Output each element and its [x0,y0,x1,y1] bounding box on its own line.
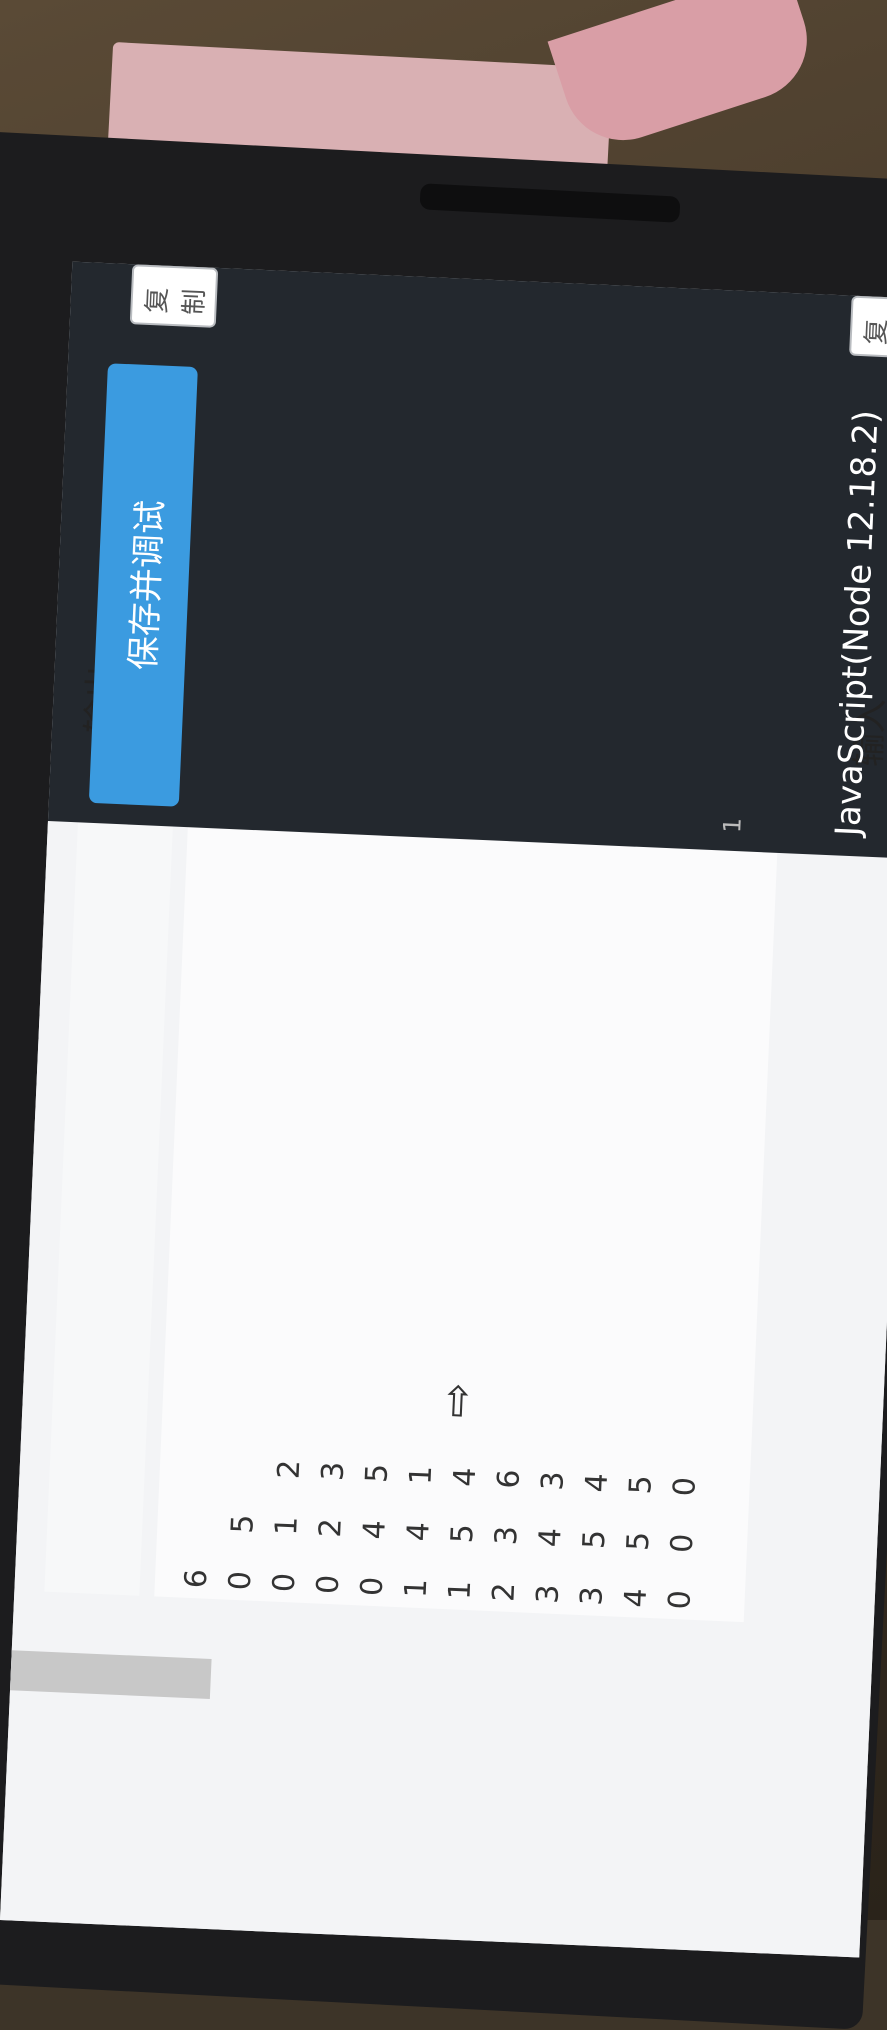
input-line: 3 5 4 [574,1458,616,1607]
input-line: 1 5 4 [442,1452,484,1601]
mouse-pointer-icon: ⇧ [438,1376,477,1428]
input-line: 4 5 5 [618,1460,660,1609]
input-line: 1 4 1 [398,1450,440,1599]
input-line: 2 3 6 [486,1454,528,1603]
io-panel: 6 0 5 0 1 2 0 2 3 0 4 5 1 4 1 1 5 4 2 3 … [0,552,887,1958]
input-line: 0 5 [222,1499,262,1591]
input-line: 0 1 2 [266,1445,308,1593]
input-line: 0 2 3 [310,1447,352,1595]
input-lines: 6 0 5 0 1 2 0 2 3 0 4 5 1 4 1 1 5 4 2 3 … [175,1441,709,1610]
copy-output-button[interactable]: 复制 [129,264,219,328]
input-line: 0 4 5 [354,1448,396,1597]
line-number: 1 [718,817,747,834]
language-name: JavaScript(Node 12.18.2) [828,409,887,837]
input-line: 6 [178,1554,216,1590]
input-line: 0 0 0 [662,1462,704,1611]
scrollbar[interactable] [10,1650,212,1699]
input-line: 3 4 3 [530,1456,572,1605]
save-and-debug-button[interactable]: 保存并调试 [88,363,198,807]
screen: 6 0 5 0 1 2 0 2 3 0 4 5 1 4 1 1 5 4 2 3 … [0,261,887,1958]
